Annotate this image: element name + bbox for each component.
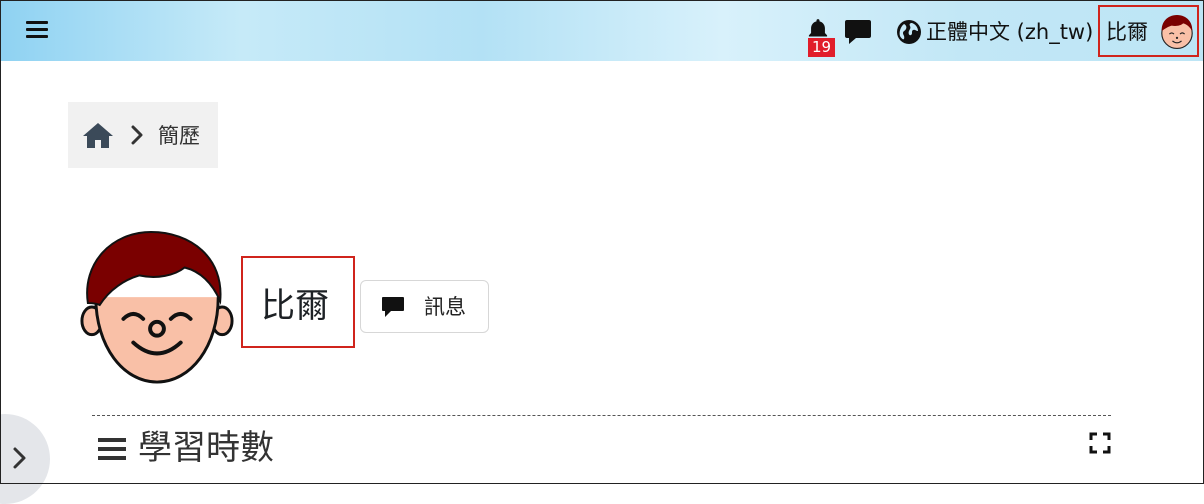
chat-bubble-icon bbox=[382, 297, 404, 317]
profile-name-box: 比爾 bbox=[241, 256, 355, 348]
hamburger-menu-icon[interactable] bbox=[26, 21, 48, 39]
breadcrumb: 簡歷 bbox=[68, 102, 218, 168]
user-menu-name: 比爾 bbox=[1106, 20, 1148, 44]
profile-name: 比爾 bbox=[261, 286, 329, 326]
chevron-right-icon bbox=[131, 125, 143, 145]
chevron-right-icon bbox=[13, 447, 26, 469]
globe-icon bbox=[897, 20, 921, 44]
notification-count-badge: 19 bbox=[808, 38, 835, 57]
language-selector[interactable]: 正體中文 (zh_tw) bbox=[926, 18, 1093, 46]
chat-bubble-icon[interactable] bbox=[844, 19, 872, 45]
profile-avatar bbox=[80, 230, 234, 384]
drawer-toggle-button[interactable] bbox=[0, 414, 50, 504]
user-menu[interactable]: 比爾 bbox=[1098, 5, 1199, 57]
message-button[interactable]: 訊息 bbox=[360, 280, 489, 333]
fullscreen-icon[interactable] bbox=[1089, 432, 1111, 454]
section-divider bbox=[92, 415, 1111, 416]
top-navbar: 19 正體中文 (zh_tw) 比爾 bbox=[1, 1, 1203, 61]
message-button-label: 訊息 bbox=[424, 295, 466, 319]
avatar-icon bbox=[1161, 15, 1193, 50]
breadcrumb-current: 簡歷 bbox=[158, 124, 200, 148]
section-title: 學習時數 bbox=[138, 428, 274, 468]
home-icon[interactable] bbox=[82, 121, 114, 149]
menu-icon[interactable] bbox=[98, 438, 126, 460]
